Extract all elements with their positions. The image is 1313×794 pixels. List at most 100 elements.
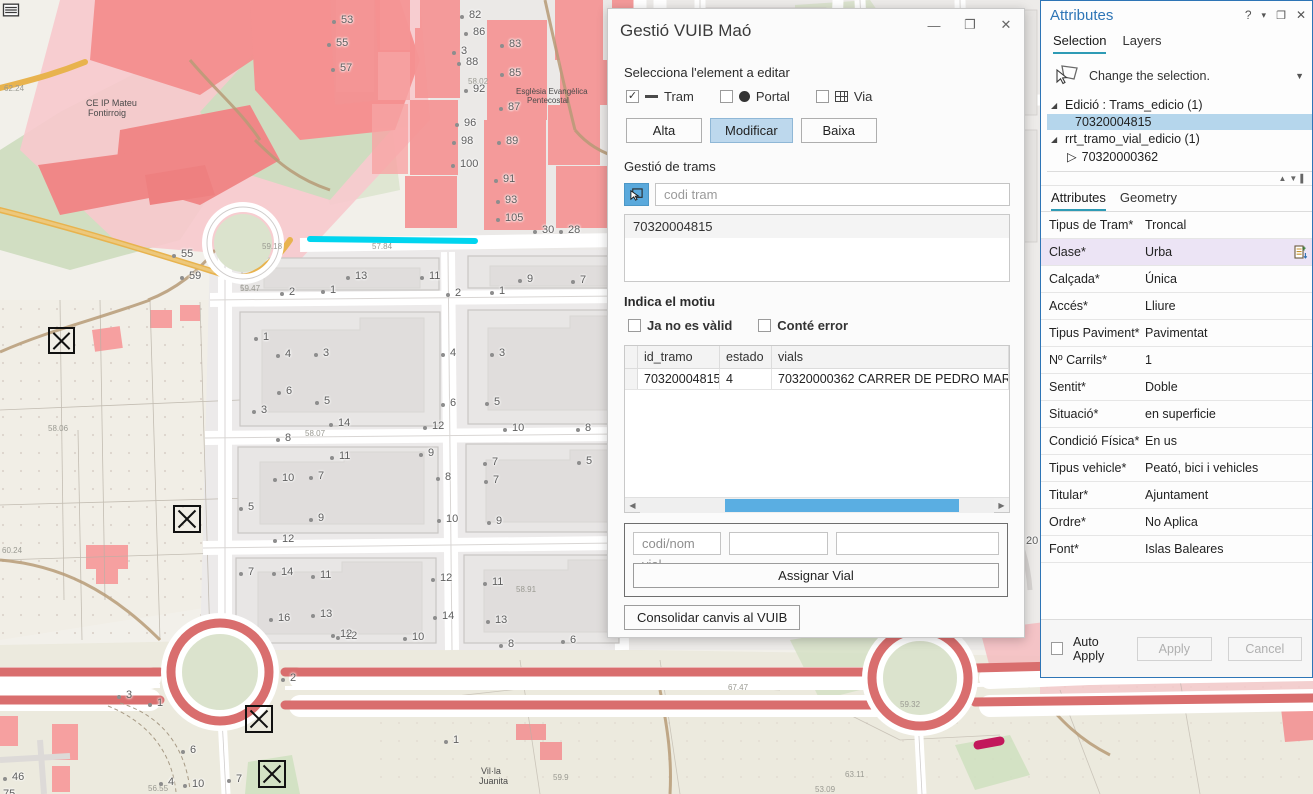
tab-layers[interactable]: Layers bbox=[1122, 33, 1161, 54]
attribute-value[interactable]: Peató, bici i vehicles bbox=[1145, 461, 1290, 475]
apply-button[interactable]: Apply bbox=[1137, 636, 1212, 661]
attribute-value[interactable]: Urba bbox=[1145, 245, 1290, 259]
address-number: 57 bbox=[340, 62, 353, 74]
attribute-row[interactable]: Nº Carrils* 1 bbox=[1041, 347, 1312, 374]
attribute-value[interactable]: Troncal bbox=[1145, 218, 1290, 232]
consolidar-canvis-button[interactable]: Consolidar canvis al VUIB bbox=[624, 605, 801, 630]
basemap-icon[interactable] bbox=[0, 0, 22, 20]
dialog-titlebar[interactable]: Gestió VUIB Maó — ❐ ✕ bbox=[608, 9, 1024, 53]
cancel-button[interactable]: Cancel bbox=[1227, 636, 1302, 661]
checkbox-portal[interactable] bbox=[719, 90, 733, 103]
expand-arrow-icon[interactable]: ◢ bbox=[1051, 101, 1060, 110]
sort-up-icon[interactable]: ▲ bbox=[1278, 174, 1286, 183]
scroll-track[interactable] bbox=[640, 497, 994, 513]
maximize-icon[interactable]: ❐ bbox=[952, 9, 988, 41]
map-elevation-label: 53.09 bbox=[815, 785, 836, 794]
tab-attributes[interactable]: Attributes bbox=[1051, 190, 1106, 211]
row-gutter-cell[interactable] bbox=[625, 368, 638, 390]
tab-selection[interactable]: Selection bbox=[1053, 33, 1107, 54]
tree-node-rrt-tramo-vial-edicio[interactable]: ◢ rrt_tramo_vial_edicio (1) bbox=[1047, 130, 1312, 148]
alta-button[interactable]: Alta bbox=[626, 118, 702, 143]
select-polygon-icon bbox=[1056, 65, 1078, 85]
column-header-estado[interactable]: estado bbox=[719, 346, 772, 369]
tram-listbox[interactable]: 70320004815 bbox=[624, 214, 1010, 282]
minimize-icon[interactable]: — bbox=[916, 9, 952, 41]
chevron-down-icon[interactable]: ▾ bbox=[1262, 10, 1267, 21]
attributes-panel[interactable]: Attributes ? ▾ ❐ ✕ Selection Layers Chan… bbox=[1040, 0, 1313, 678]
address-number: 88 bbox=[466, 56, 479, 68]
auto-apply-checkbox[interactable] bbox=[1051, 642, 1063, 655]
address-number: 12 bbox=[440, 572, 453, 584]
attribute-value[interactable]: Islas Baleares bbox=[1145, 542, 1290, 556]
attribute-value[interactable]: en superficie bbox=[1145, 407, 1290, 421]
attribute-value[interactable]: Única bbox=[1145, 272, 1290, 286]
close-icon[interactable]: ✕ bbox=[1296, 8, 1306, 22]
attribute-value[interactable]: Doble bbox=[1145, 380, 1290, 394]
column-header-id-tramo[interactable]: id_tramo bbox=[637, 346, 720, 369]
attribute-row[interactable]: Clase* Urba bbox=[1041, 239, 1312, 266]
maximize-icon[interactable]: ❐ bbox=[1276, 9, 1286, 22]
tree-item-70320000362[interactable]: ▷ 70320000362 bbox=[1047, 148, 1312, 165]
attribute-row[interactable]: Condició Física* En us bbox=[1041, 428, 1312, 455]
table-horizontal-scrollbar[interactable]: ◀ ▶ bbox=[625, 497, 1009, 513]
modificar-button[interactable]: Modificar bbox=[710, 118, 793, 143]
gestio-vuib-dialog[interactable]: Gestió VUIB Maó — ❐ ✕ Selecciona l'eleme… bbox=[607, 8, 1025, 638]
tree-node-trams-edicio[interactable]: ◢ Edició : Trams_edicio (1) bbox=[1047, 96, 1312, 114]
tab-geometry[interactable]: Geometry bbox=[1120, 190, 1177, 211]
help-icon[interactable]: ? bbox=[1245, 8, 1252, 22]
checkbox-tram[interactable]: ✓ bbox=[626, 90, 639, 103]
close-icon[interactable]: ✕ bbox=[988, 9, 1024, 41]
attribute-row[interactable]: Titular* Ajuntament bbox=[1041, 482, 1312, 509]
select-cursor-icon[interactable] bbox=[624, 183, 649, 206]
address-point bbox=[252, 410, 256, 414]
baixa-button[interactable]: Baixa bbox=[800, 118, 877, 143]
column-header-vials[interactable]: vials bbox=[771, 346, 1009, 369]
codi-tram-input[interactable]: codi tram bbox=[655, 183, 1010, 206]
attribute-row[interactable]: Tipus Paviment* Pavimentat bbox=[1041, 320, 1312, 347]
chevron-down-icon[interactable]: ▼ bbox=[1295, 71, 1304, 81]
attribute-value[interactable]: En us bbox=[1145, 434, 1290, 448]
attribute-value[interactable]: Lliure bbox=[1145, 299, 1290, 313]
indica-motiu-label: Indica el motiu bbox=[624, 294, 716, 309]
address-point bbox=[309, 518, 313, 522]
attribute-row[interactable]: Sentit* Doble bbox=[1041, 374, 1312, 401]
scroll-left-arrow-icon[interactable]: ◀ bbox=[625, 501, 640, 510]
trams-table[interactable]: id_tramo estado vials 70320004815 4 7032… bbox=[624, 345, 1010, 513]
attribute-value[interactable]: 1 bbox=[1145, 353, 1290, 367]
attribute-row[interactable]: Tipus vehicle* Peató, bici i vehicles bbox=[1041, 455, 1312, 482]
attribute-row[interactable]: Font* Islas Baleares bbox=[1041, 536, 1312, 563]
attribute-value[interactable]: Pavimentat bbox=[1145, 326, 1290, 340]
tram-list-item[interactable]: 70320004815 bbox=[625, 215, 1009, 238]
checkbox-via[interactable] bbox=[815, 90, 829, 103]
tree-item-70320004815[interactable]: 70320004815 bbox=[1047, 114, 1312, 130]
assignar-vial-button[interactable]: Assignar Vial bbox=[633, 563, 999, 588]
address-point bbox=[280, 292, 284, 296]
address-number: 1 bbox=[330, 284, 337, 296]
expand-arrow-icon[interactable]: ◢ bbox=[1051, 135, 1060, 144]
attribute-value[interactable]: No Aplica bbox=[1145, 515, 1290, 529]
attribute-row[interactable]: Tipus de Tram* Troncal bbox=[1041, 212, 1312, 239]
action-button-row: Alta Modificar Baixa bbox=[626, 118, 1010, 143]
attributes-panel-titlebar[interactable]: Attributes ? ▾ ❐ ✕ bbox=[1041, 1, 1312, 29]
vial-field-2[interactable] bbox=[729, 532, 828, 555]
attribute-row[interactable]: Ordre* No Aplica bbox=[1041, 509, 1312, 536]
codi-nom-vial-input[interactable]: codi/nom vial bbox=[633, 532, 721, 572]
sort-down-icon[interactable]: ▼ bbox=[1289, 174, 1297, 183]
form-add-icon[interactable] bbox=[1290, 244, 1312, 260]
attribute-row[interactable]: Accés* Lliure bbox=[1041, 293, 1312, 320]
attribute-row[interactable]: Calçada* Única bbox=[1041, 266, 1312, 293]
checkbox-ja-no-es-valid[interactable] bbox=[628, 319, 641, 332]
attribute-row[interactable]: Situació* en superficie bbox=[1041, 401, 1312, 428]
collapse-arrow-icon[interactable]: ▷ bbox=[1067, 149, 1077, 164]
table-row[interactable]: 70320004815 4 70320000362 CARRER DE PEDR… bbox=[625, 368, 1009, 390]
attributes-table[interactable]: Tipus de Tram* Troncal Clase* Urba Calçada* Ú… bbox=[1041, 211, 1312, 619]
attributes-panel-title: Attributes bbox=[1050, 6, 1114, 24]
change-selection-row[interactable]: Change the selection. ▼ bbox=[1041, 54, 1312, 94]
checkbox-conte-error[interactable] bbox=[758, 319, 772, 332]
vial-field-3[interactable] bbox=[836, 532, 999, 555]
address-number: 14 bbox=[338, 417, 351, 429]
scroll-right-arrow-icon[interactable]: ▶ bbox=[994, 501, 1009, 510]
resize-handle[interactable]: ▌ bbox=[1300, 174, 1306, 183]
scroll-thumb[interactable] bbox=[724, 498, 959, 512]
attribute-value[interactable]: Ajuntament bbox=[1145, 488, 1290, 502]
